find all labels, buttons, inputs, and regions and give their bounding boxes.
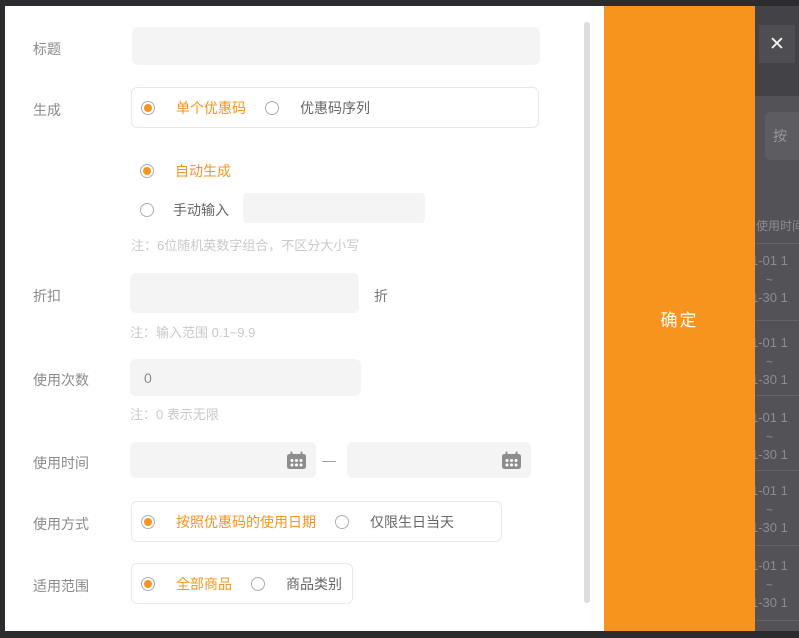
background-date-row: 1-01 1 ~ 1-30 1: [755, 410, 799, 462]
generate-label: 生成: [33, 100, 61, 120]
scope-label: 适用范围: [33, 576, 89, 596]
close-icon: ✕: [769, 33, 785, 56]
background-date-row: 1-01 1 ~ 1-30 1: [755, 335, 799, 387]
title-input[interactable]: [132, 27, 540, 65]
radio-coupon-series-label[interactable]: 优惠码序列: [300, 98, 370, 118]
row-divider: [755, 545, 799, 546]
date-start: 1-01 1: [755, 410, 788, 425]
radio-birthday-only[interactable]: [335, 515, 349, 529]
radio-single-coupon-label[interactable]: 单个优惠码: [176, 98, 246, 118]
discount-input[interactable]: [130, 273, 359, 313]
manual-input-row: 手动输入: [140, 200, 229, 220]
coupon-create-modal-screen: 标题 生成 单个优惠码 优惠码序列 自动生成 手动输入 注：6位随机英数字组合，…: [0, 0, 799, 638]
radio-single-coupon[interactable]: [141, 101, 155, 115]
radio-auto-generate-label[interactable]: 自动生成: [175, 161, 231, 181]
usage-count-input[interactable]: [130, 359, 361, 396]
close-button[interactable]: ✕: [759, 25, 795, 63]
radio-manual-input-label[interactable]: 手动输入: [173, 200, 229, 220]
discount-note: 注：输入范围 0.1~9.9: [130, 322, 255, 341]
usage-count-label: 使用次数: [33, 370, 89, 390]
date-start: 1-01 1: [755, 253, 788, 268]
date-tilde: ~: [766, 355, 773, 369]
date-start: 1-01 1: [755, 558, 788, 573]
calendar-icon: [286, 451, 307, 470]
background-table-header: 使用时间: [756, 217, 799, 234]
background-filter-button: 按: [765, 112, 799, 160]
generate-note: 注：6位随机英数字组合，不区分大小写: [131, 235, 359, 254]
date-tilde: ~: [766, 273, 773, 287]
date-range-separator: —: [322, 452, 336, 468]
date-tilde: ~: [766, 503, 773, 517]
date-end: 1-30 1: [755, 595, 788, 610]
radio-all-products-label[interactable]: 全部商品: [176, 574, 232, 594]
radio-manual-input[interactable]: [140, 203, 154, 217]
start-date-input[interactable]: [130, 442, 316, 478]
background-date-row: 1-01 1 ~ 1-30 1: [755, 558, 799, 610]
date-tilde: ~: [766, 578, 773, 592]
date-start: 1-01 1: [755, 483, 788, 498]
radio-all-products[interactable]: [141, 577, 155, 591]
row-divider: [755, 395, 799, 396]
radio-birthday-only-label[interactable]: 仅限生日当天: [370, 512, 454, 532]
dimmed-background-strip: ✕ 按 使用时间 1-01 1 ~ 1-30 1 1-01 1 ~ 1-30 1…: [755, 6, 799, 631]
background-date-row: 1-01 1 ~ 1-30 1: [755, 253, 799, 305]
date-start: 1-01 1: [755, 335, 788, 350]
date-end: 1-30 1: [755, 290, 788, 305]
end-date-input[interactable]: [347, 442, 531, 478]
manual-code-input[interactable]: [243, 193, 425, 223]
discount-label: 折扣: [33, 286, 61, 306]
radio-auto-generate[interactable]: [140, 164, 154, 178]
calendar-icon: [501, 451, 522, 470]
radio-by-usage-date[interactable]: [141, 515, 155, 529]
row-divider: [755, 320, 799, 321]
background-filter-button-label: 按: [773, 126, 787, 146]
background-date-row: 1-01 1 ~ 1-30 1: [755, 483, 799, 535]
form-scrollbar[interactable]: [584, 22, 590, 603]
date-end: 1-30 1: [755, 520, 788, 535]
date-end: 1-30 1: [755, 372, 788, 387]
confirm-button[interactable]: 确定: [604, 6, 755, 631]
usage-count-note: 注：0 表示无限: [130, 404, 219, 423]
radio-product-category-label[interactable]: 商品类别: [286, 574, 342, 594]
auto-generate-row: 自动生成: [140, 161, 231, 181]
usage-time-label: 使用时间: [33, 453, 89, 473]
radio-coupon-series[interactable]: [265, 101, 279, 115]
date-end: 1-30 1: [755, 447, 788, 462]
row-divider: [755, 470, 799, 471]
row-divider: [755, 243, 799, 244]
discount-unit-suffix: 折: [374, 286, 388, 306]
scope-option-group: 全部商品 商品类别: [131, 563, 353, 604]
title-label: 标题: [33, 39, 61, 59]
radio-by-usage-date-label[interactable]: 按照优惠码的使用日期: [176, 512, 316, 532]
usage-method-option-group: 按照优惠码的使用日期 仅限生日当天: [131, 501, 502, 542]
row-divider: [755, 620, 799, 621]
date-tilde: ~: [766, 430, 773, 444]
usage-method-label: 使用方式: [33, 514, 89, 534]
radio-product-category[interactable]: [251, 577, 265, 591]
generate-option-group: 单个优惠码 优惠码序列: [131, 87, 539, 128]
